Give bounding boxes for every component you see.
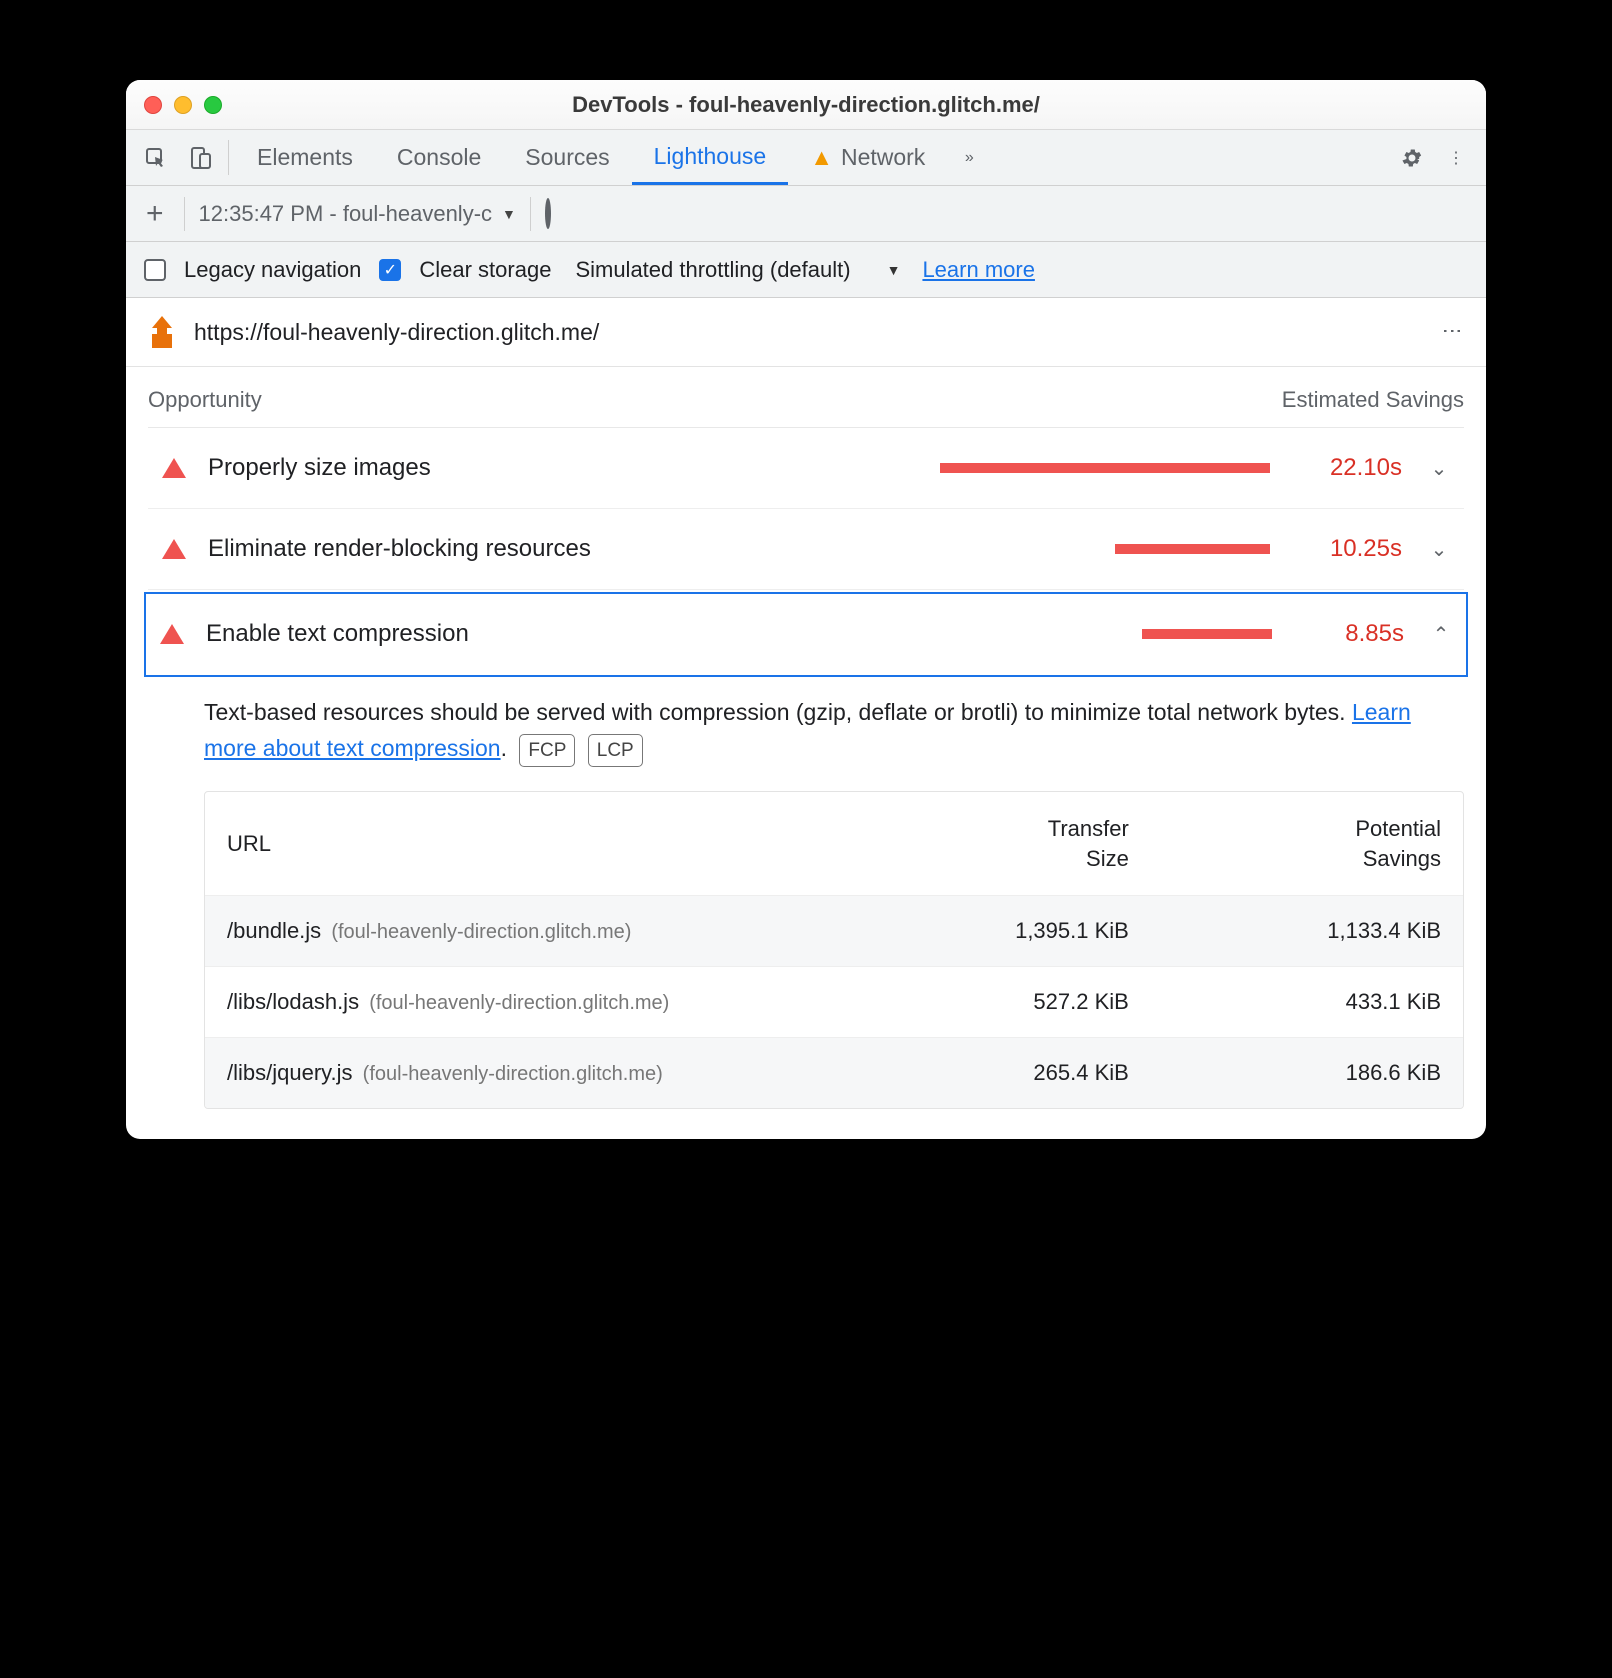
cell-size: 527.2 KiB — [817, 989, 1129, 1015]
col-header-savings: Potential Savings — [1129, 814, 1441, 873]
opportunity-heading: Opportunity — [148, 387, 262, 413]
savings-bar — [1115, 544, 1270, 554]
report-body: Opportunity Estimated Savings Properly s… — [126, 367, 1486, 1139]
savings-bar-wrap — [590, 463, 1270, 473]
traffic-lights — [144, 96, 222, 114]
kebab-menu-icon[interactable]: ⋮ — [1434, 130, 1478, 185]
savings-bar-wrap — [588, 629, 1272, 639]
savings-bar — [940, 463, 1270, 473]
chevron-down-icon[interactable]: ⌄ — [1424, 456, 1454, 481]
clear-storage-label: Clear storage — [419, 257, 551, 283]
tab-elements[interactable]: Elements — [235, 130, 375, 185]
device-toolbar-icon[interactable] — [178, 130, 222, 185]
table-row: /libs/jquery.js (foul-heavenly-direction… — [205, 1037, 1463, 1108]
warning-icon: ▲ — [810, 144, 833, 171]
lighthouse-toolbar: + 12:35:47 PM - foul-heavenly-c ▼ — [126, 186, 1486, 242]
table-row: /bundle.js (foul-heavenly-direction.glit… — [205, 895, 1463, 966]
learn-more-link[interactable]: Learn more — [922, 257, 1035, 283]
legacy-navigation-label: Legacy navigation — [184, 257, 361, 283]
fail-triangle-icon — [162, 539, 186, 559]
throttling-label: Simulated throttling (default) — [575, 257, 850, 283]
panel-tabbar: Elements Console Sources Lighthouse ▲ Ne… — [126, 130, 1486, 186]
description-text: Text-based resources should be served wi… — [204, 699, 1352, 725]
tab-lighthouse[interactable]: Lighthouse — [632, 130, 789, 185]
cell-host: (foul-heavenly-direction.glitch.me) — [369, 992, 669, 1014]
report-menu-icon[interactable]: ⋮ — [1440, 321, 1464, 343]
cell-size: 265.4 KiB — [817, 1060, 1129, 1086]
inspect-element-icon[interactable] — [134, 130, 178, 185]
tab-label: Lighthouse — [654, 143, 767, 170]
tab-console[interactable]: Console — [375, 130, 503, 185]
divider — [184, 197, 185, 231]
tab-label: Elements — [257, 144, 353, 171]
opportunity-label: Enable text compression — [206, 620, 566, 648]
report-selector[interactable]: 12:35:47 PM - foul-heavenly-c ▼ — [199, 201, 516, 227]
opportunity-label: Properly size images — [208, 454, 568, 482]
estimated-savings: 8.85s — [1294, 620, 1404, 648]
savings-bar — [1142, 629, 1272, 639]
opportunity-label: Eliminate render-blocking resources — [208, 535, 591, 563]
savings-bar-wrap — [613, 544, 1270, 554]
estimated-savings: 10.25s — [1292, 535, 1402, 563]
tab-sources[interactable]: Sources — [503, 130, 631, 185]
window-title: DevTools - foul-heavenly-direction.glitc… — [126, 92, 1486, 118]
table-header-row: URL Transfer Size Potential Savings — [205, 792, 1463, 895]
cell-host: (foul-heavenly-direction.glitch.me) — [363, 1063, 663, 1085]
fail-triangle-icon — [162, 458, 186, 478]
cell-savings: 433.1 KiB — [1129, 989, 1441, 1015]
opportunities-header: Opportunity Estimated Savings — [148, 381, 1464, 428]
chevron-down-icon[interactable]: ⌄ — [1424, 537, 1454, 562]
cell-host: (foul-heavenly-direction.glitch.me) — [331, 921, 631, 943]
metric-tag-lcp: LCP — [588, 734, 643, 767]
devtools-window: DevTools - foul-heavenly-direction.glitc… — [126, 80, 1486, 1139]
lighthouse-logo-icon — [148, 316, 176, 348]
zoom-window-icon[interactable] — [204, 96, 222, 114]
new-report-button[interactable]: + — [140, 199, 170, 229]
cell-size: 1,395.1 KiB — [817, 918, 1129, 944]
report-url: https://foul-heavenly-direction.glitch.m… — [194, 319, 599, 346]
chevron-up-icon[interactable]: ⌃ — [1426, 622, 1456, 647]
metric-tag-fcp: FCP — [519, 734, 575, 767]
lighthouse-options: Legacy navigation ✓ Clear storage Simula… — [126, 242, 1486, 298]
col-header-url: URL — [227, 831, 817, 857]
estimated-savings: 22.10s — [1292, 454, 1402, 482]
resources-table: URL Transfer Size Potential Savings /bun… — [204, 791, 1464, 1109]
more-tabs-icon[interactable]: » — [947, 130, 991, 185]
opportunity-row[interactable]: Eliminate render-blocking resources 10.2… — [148, 509, 1464, 590]
opportunity-row[interactable]: Properly size images 22.10s ⌄ — [148, 428, 1464, 509]
savings-heading: Estimated Savings — [1282, 387, 1464, 413]
legacy-navigation-checkbox[interactable] — [144, 259, 166, 281]
cell-url: /libs/jquery.js (foul-heavenly-direction… — [227, 1060, 817, 1086]
cell-savings: 186.6 KiB — [1129, 1060, 1441, 1086]
fail-triangle-icon — [160, 624, 184, 644]
clear-storage-checkbox[interactable]: ✓ — [379, 259, 401, 281]
divider — [530, 197, 531, 231]
opportunity-row-selected[interactable]: Enable text compression 8.85s ⌃ — [146, 594, 1466, 675]
titlebar: DevTools - foul-heavenly-direction.glitc… — [126, 80, 1486, 130]
report-url-bar: https://foul-heavenly-direction.glitch.m… — [126, 298, 1486, 367]
tab-label: Sources — [525, 144, 609, 171]
col-header-size: Transfer Size — [817, 814, 1129, 873]
tab-label: Network — [841, 144, 925, 171]
cell-url: /libs/lodash.js (foul-heavenly-direction… — [227, 989, 817, 1015]
period: . — [501, 735, 507, 761]
tab-network[interactable]: ▲ Network — [788, 130, 947, 185]
divider — [228, 140, 229, 175]
report-selector-label: 12:35:47 PM - foul-heavenly-c — [199, 201, 493, 227]
dropdown-icon[interactable]: ▼ — [887, 262, 901, 278]
clear-icon[interactable] — [545, 201, 551, 227]
table-row: /libs/lodash.js (foul-heavenly-direction… — [205, 966, 1463, 1037]
settings-icon[interactable] — [1390, 130, 1434, 185]
tab-label: Console — [397, 144, 481, 171]
minimize-window-icon[interactable] — [174, 96, 192, 114]
opportunity-description: Text-based resources should be served wi… — [148, 675, 1464, 791]
cell-url: /bundle.js (foul-heavenly-direction.glit… — [227, 918, 817, 944]
dropdown-icon: ▼ — [502, 206, 516, 222]
cell-savings: 1,133.4 KiB — [1129, 918, 1441, 944]
close-window-icon[interactable] — [144, 96, 162, 114]
